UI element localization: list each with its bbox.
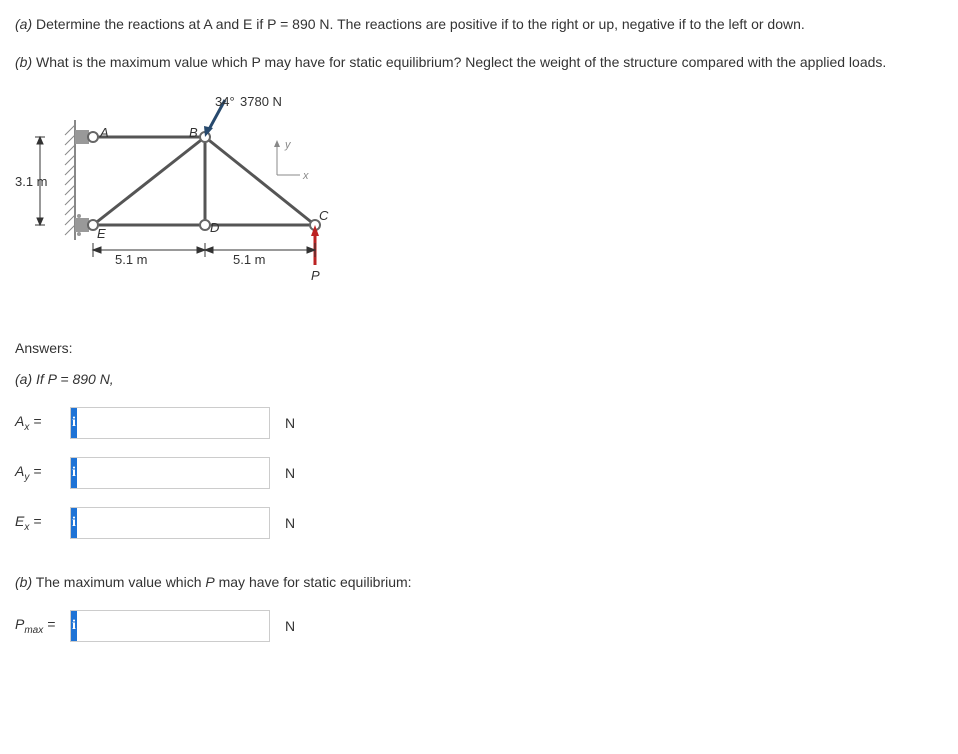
input-row-ay: Ay = i N (15, 457, 943, 489)
truss-diagram: y x 34° 3780 N A B C D E P 3.1 m (15, 90, 335, 310)
axis-y-label: y (284, 139, 292, 151)
force-label: 3780 N (240, 94, 282, 109)
unit-ex: N (285, 515, 295, 531)
unit-ay: N (285, 465, 295, 481)
input-ex[interactable] (77, 508, 269, 538)
point-d: D (210, 220, 219, 235)
point-c: C (319, 208, 328, 223)
input-box-ax: i (70, 407, 270, 439)
dim-h2: 5.1 m (233, 252, 266, 267)
point-b: B (189, 125, 198, 140)
input-box-ay: i (70, 457, 270, 489)
input-row-ex: Ex = i N (15, 507, 943, 539)
dim-h1: 5.1 m (115, 252, 148, 267)
unit-ax: N (285, 415, 295, 431)
answers-header: Answers: (15, 340, 943, 356)
label-ex: Ex = (15, 513, 70, 533)
point-a: A (100, 125, 109, 140)
point-e: E (97, 226, 106, 241)
question-b: (b) What is the maximum value which P ma… (15, 53, 943, 73)
input-ay[interactable] (77, 458, 269, 488)
question-a-label: (a) (15, 16, 32, 32)
label-ay: Ay = (15, 463, 70, 483)
question-b-label: (b) (15, 54, 32, 70)
input-row-ax: Ax = i N (15, 407, 943, 439)
axis-x-label: x (302, 170, 309, 182)
input-ax[interactable] (77, 408, 269, 438)
label-pmax: Pmax = (15, 616, 70, 636)
question-a: (a) Determine the reactions at A and E i… (15, 15, 943, 35)
question-b-text: What is the maximum value which P may ha… (32, 54, 886, 70)
point-p: P (311, 268, 320, 283)
question-a-text: Determine the reactions at A and E if P … (32, 16, 805, 32)
input-pmax[interactable] (77, 611, 269, 641)
unit-pmax: N (285, 618, 295, 634)
part-b-label: (b) The maximum value which P may have f… (15, 574, 943, 590)
angle-label: 34° (215, 94, 235, 109)
input-box-ex: i (70, 507, 270, 539)
input-box-pmax: i (70, 610, 270, 642)
input-row-pmax: Pmax = i N (15, 610, 943, 642)
part-a-label: (a) If P = 890 N, (15, 371, 943, 387)
label-ax: Ax = (15, 413, 70, 433)
diagram-svg: y x (15, 90, 335, 310)
dim-vertical: 3.1 m (15, 174, 48, 189)
